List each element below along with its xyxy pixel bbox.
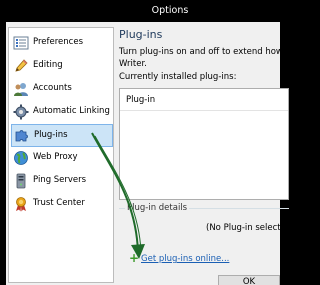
globe-icon xyxy=(13,150,29,166)
plus-icon: + xyxy=(129,251,140,265)
sidebar-item-label: Web Proxy xyxy=(33,152,78,162)
sidebar-item-accounts[interactable]: Accounts xyxy=(11,78,113,101)
automatic-linking-icon xyxy=(13,104,29,120)
ping-servers-icon xyxy=(13,173,29,189)
panel-description: Turn plug-ins on and off to extend how y… xyxy=(119,46,319,70)
preferences-icon xyxy=(13,35,29,51)
puzzle-icon xyxy=(14,128,30,144)
ok-button-label: OK xyxy=(242,277,256,285)
sidebar-item-editing[interactable]: Editing xyxy=(11,55,113,78)
pencil-icon xyxy=(13,58,29,74)
column-header-label: Plug-in xyxy=(126,95,156,105)
sidebar-item-automatic-linking[interactable]: Automatic Linking xyxy=(11,101,113,124)
sidebar-item-label: Automatic Linking xyxy=(33,106,110,116)
sidebar-item-plug-ins[interactable]: Plug-ins xyxy=(11,124,113,147)
list-column-header[interactable]: Plug-in xyxy=(120,89,288,111)
plug-ins-list[interactable]: Plug-in xyxy=(119,88,289,200)
sidebar-item-label: Ping Servers xyxy=(33,175,87,185)
sidebar-item-label: Trust Center xyxy=(33,198,85,208)
sidebar-item-trust-center[interactable]: Trust Center xyxy=(11,193,113,216)
ribbon-icon xyxy=(13,196,29,212)
accounts-icon xyxy=(13,81,29,97)
installed-plug-ins-label: Currently installed plug-ins: xyxy=(119,72,237,82)
sidebar-item-label: Preferences xyxy=(33,37,83,47)
options-dialog: Preferences Editing Accounts Automatic L… xyxy=(6,22,301,285)
sidebar-item-label: Accounts xyxy=(33,83,72,93)
description-line: Turn plug-ins on and off to extend how y… xyxy=(119,47,302,57)
panel-heading: Plug-ins xyxy=(119,28,163,41)
title-bar: Options xyxy=(0,0,280,22)
no-selection-text: (No Plug-in selecte xyxy=(206,223,286,233)
window-title: Options xyxy=(151,5,189,16)
sidebar-item-web-proxy[interactable]: Web Proxy xyxy=(11,147,113,170)
description-line: Writer. xyxy=(119,59,147,69)
get-plug-ins-online-text[interactable]: Get plug-ins online... xyxy=(141,254,229,264)
plug-in-details-legend: Plug-in details xyxy=(125,203,190,213)
ok-button[interactable]: OK xyxy=(218,275,280,285)
sidebar-item-ping-servers[interactable]: Ping Servers xyxy=(11,170,113,193)
sidebar-item-label: Plug-ins xyxy=(34,130,68,140)
sidebar-item-preferences[interactable]: Preferences xyxy=(11,32,113,55)
options-sidebar: Preferences Editing Accounts Automatic L… xyxy=(8,27,114,283)
plug-ins-panel: Plug-ins Turn plug-ins on and off to ext… xyxy=(116,22,301,285)
sidebar-item-label: Editing xyxy=(33,60,63,70)
